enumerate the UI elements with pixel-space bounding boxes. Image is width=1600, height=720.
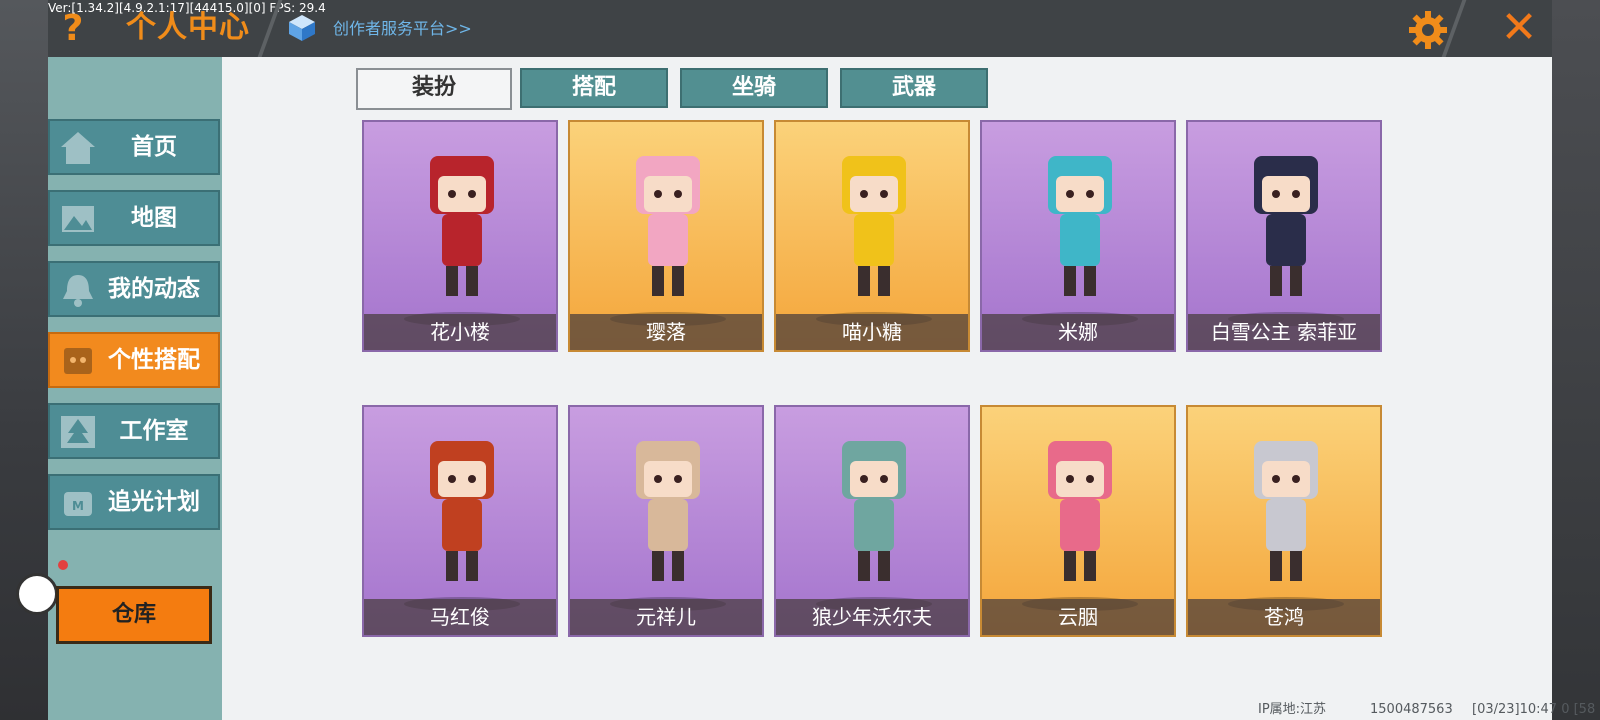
timestamp: [03/23]10:47 0 [58 bbox=[1472, 702, 1596, 717]
creator-platform-link[interactable]: 创作者服务平台>> bbox=[333, 18, 472, 40]
sidebar-item-style[interactable]: 个性搭配 bbox=[48, 332, 220, 388]
recording-indicator bbox=[58, 560, 68, 570]
skin-card[interactable]: 马红俊 bbox=[362, 405, 558, 637]
character-figure bbox=[1254, 156, 1318, 296]
ip-location: IP属地:江苏 bbox=[1258, 702, 1327, 717]
skin-name: 云胭 bbox=[1058, 605, 1098, 629]
tab-outfit[interactable]: 装扮 bbox=[356, 68, 512, 110]
floating-ball-button[interactable] bbox=[16, 573, 58, 615]
skin-name: 璎落 bbox=[646, 320, 686, 344]
tab-match[interactable]: 搭配 bbox=[520, 68, 668, 108]
character-figure bbox=[430, 156, 494, 296]
skin-card[interactable]: 花小楼 bbox=[362, 120, 558, 352]
skin-name: 狼少年沃尔夫 bbox=[812, 605, 932, 629]
skin-name: 喵小糖 bbox=[842, 320, 902, 344]
sidebar-item-label: 首页 bbox=[131, 134, 177, 160]
sidebar-item-spotlight[interactable]: M 追光计划 bbox=[48, 474, 220, 530]
help-button[interactable]: ? bbox=[58, 8, 88, 50]
sidebar-item-map[interactable]: 地图 bbox=[48, 190, 220, 246]
skin-card[interactable]: 元祥儿 bbox=[568, 405, 764, 637]
page-title: 个人中心 bbox=[126, 10, 250, 45]
svg-text:M: M bbox=[72, 499, 84, 513]
tab-weapon[interactable]: 武器 bbox=[840, 68, 988, 108]
character-figure bbox=[636, 156, 700, 296]
sidebar-item-label: 个性搭配 bbox=[108, 347, 200, 373]
background-right bbox=[1552, 0, 1600, 720]
skin-name: 花小楼 bbox=[430, 320, 490, 344]
character-figure bbox=[636, 441, 700, 581]
skin-card[interactable]: 狼少年沃尔夫 bbox=[774, 405, 970, 637]
skin-name: 白雪公主 索菲亚 bbox=[1210, 320, 1358, 344]
sidebar-item-label: 我的动态 bbox=[108, 276, 200, 302]
character-figure bbox=[1048, 156, 1112, 296]
skin-name: 元祥儿 bbox=[636, 605, 696, 629]
sidebar-item-label: 工作室 bbox=[119, 418, 189, 444]
skin-card[interactable]: 米娜 bbox=[980, 120, 1176, 352]
user-id: 1500487563 bbox=[1370, 702, 1453, 717]
character-figure bbox=[842, 441, 906, 581]
warehouse-label: 仓库 bbox=[111, 602, 156, 627]
sidebar-item-label: 追光计划 bbox=[108, 489, 200, 515]
character-figure bbox=[842, 156, 906, 296]
character-figure bbox=[1048, 441, 1112, 581]
close-button[interactable]: ✕ bbox=[1498, 6, 1540, 50]
sidebar-item-studio[interactable]: 工作室 bbox=[48, 403, 220, 459]
tab-mount[interactable]: 坐骑 bbox=[680, 68, 828, 108]
cube-icon[interactable] bbox=[288, 14, 316, 42]
skin-card[interactable]: 璎落 bbox=[568, 120, 764, 352]
skin-card[interactable]: 云胭 bbox=[980, 405, 1176, 637]
skin-name: 马红俊 bbox=[430, 605, 490, 629]
sidebar-item-home[interactable]: 首页 bbox=[48, 119, 220, 175]
skin-card[interactable]: 喵小糖 bbox=[774, 120, 970, 352]
skin-name: 米娜 bbox=[1058, 320, 1098, 344]
skin-card[interactable]: 白雪公主 索菲亚 bbox=[1186, 120, 1382, 352]
sidebar-item-label: 地图 bbox=[131, 205, 177, 231]
character-figure bbox=[1254, 441, 1318, 581]
gear-icon[interactable] bbox=[1408, 10, 1448, 50]
skin-card[interactable]: 苍鸿 bbox=[1186, 405, 1382, 637]
character-figure bbox=[430, 441, 494, 581]
sidebar-item-activity[interactable]: 我的动态 bbox=[48, 261, 220, 317]
skin-name: 苍鸿 bbox=[1264, 605, 1304, 629]
warehouse-button[interactable]: 仓库 bbox=[56, 586, 212, 644]
